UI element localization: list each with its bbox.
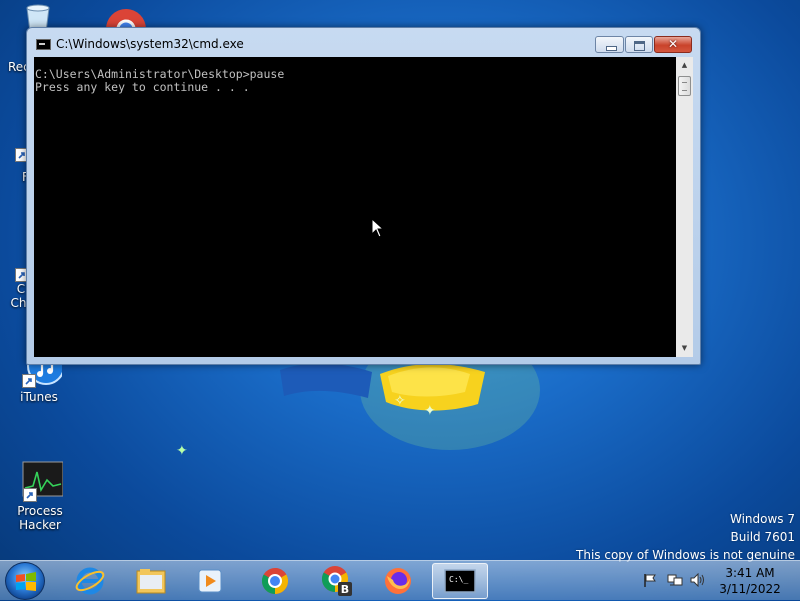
taskbar: B C:\_ 3:41 AM 3/11/2022: [0, 560, 800, 600]
clock[interactable]: 3:41 AM 3/11/2022: [712, 565, 788, 597]
taskbar-item-chrome[interactable]: [247, 563, 303, 599]
mouse-cursor-icon: [371, 218, 385, 238]
firefox-icon: [385, 568, 411, 594]
chrome-icon: [261, 567, 289, 595]
file-explorer-icon: [136, 569, 166, 594]
start-button[interactable]: [5, 562, 45, 600]
shortcut-arrow-icon: [22, 374, 36, 388]
media-player-icon: [198, 569, 222, 593]
maximize-button[interactable]: [625, 36, 653, 53]
volume-icon[interactable]: [690, 573, 706, 587]
shortcut-arrow-icon: [23, 488, 37, 502]
window-title: C:\Windows\system32\cmd.exe: [56, 37, 244, 51]
flag-icon[interactable]: [642, 573, 658, 587]
taskbar-item-internet-explorer[interactable]: [62, 563, 118, 599]
console-area[interactable]: C:\Users\Administrator\Desktop>pause Pre…: [34, 57, 676, 357]
desktop-icon-label: iTunes: [20, 390, 58, 404]
cmd-window[interactable]: C:\Windows\system32\cmd.exe ✕ C:\Users\A…: [26, 27, 701, 365]
sparkle-decoration: ✦: [424, 403, 436, 419]
cmd-icon: C:\_: [444, 569, 476, 593]
taskbar-item-firefox[interactable]: [370, 563, 426, 599]
close-icon: ✕: [667, 37, 679, 51]
minimize-button[interactable]: [595, 36, 624, 53]
console-output: C:\Users\Administrator\Desktop>pause Pre…: [35, 67, 285, 94]
svg-text:B: B: [341, 583, 349, 596]
start-orb-icon: [16, 572, 36, 591]
desktop-icon-label: Process Hacker: [17, 504, 63, 532]
window-titlebar[interactable]: C:\Windows\system32\cmd.exe ✕: [27, 28, 700, 58]
close-button[interactable]: ✕: [654, 36, 692, 53]
taskbar-item-chrome-b[interactable]: B: [309, 563, 365, 599]
network-icon[interactable]: [667, 573, 683, 587]
desktop-icon-process-hacker[interactable]: Process Hacker: [10, 460, 70, 532]
chrome-b-icon: B: [321, 566, 352, 596]
console-icon: [36, 39, 51, 50]
taskbar-item-cmd[interactable]: C:\_: [432, 563, 488, 599]
internet-explorer-icon: [75, 567, 105, 595]
taskbar-item-media-player[interactable]: [182, 563, 238, 599]
svg-text:C:\_: C:\_: [449, 575, 468, 584]
scroll-up-arrow-icon[interactable]: ▲: [676, 57, 693, 74]
vertical-scrollbar[interactable]: ▲ ▼: [676, 57, 693, 357]
sparkle-decoration: ✦: [176, 443, 188, 459]
scroll-thumb[interactable]: [678, 76, 691, 96]
sparkle-decoration: ✧: [394, 393, 406, 409]
watermark-line: Windows 7: [729, 512, 795, 526]
clock-time: 3:41 AM: [725, 566, 775, 580]
windows-watermark: Windows 7 Build 7601 This copy of Window…: [576, 510, 795, 564]
scroll-down-arrow-icon[interactable]: ▼: [676, 340, 693, 357]
watermark-line: Build 7601: [730, 530, 795, 544]
clock-date: 3/11/2022: [719, 582, 781, 596]
process-hacker-icon: [17, 460, 64, 502]
taskbar-item-file-explorer[interactable]: [123, 563, 179, 599]
